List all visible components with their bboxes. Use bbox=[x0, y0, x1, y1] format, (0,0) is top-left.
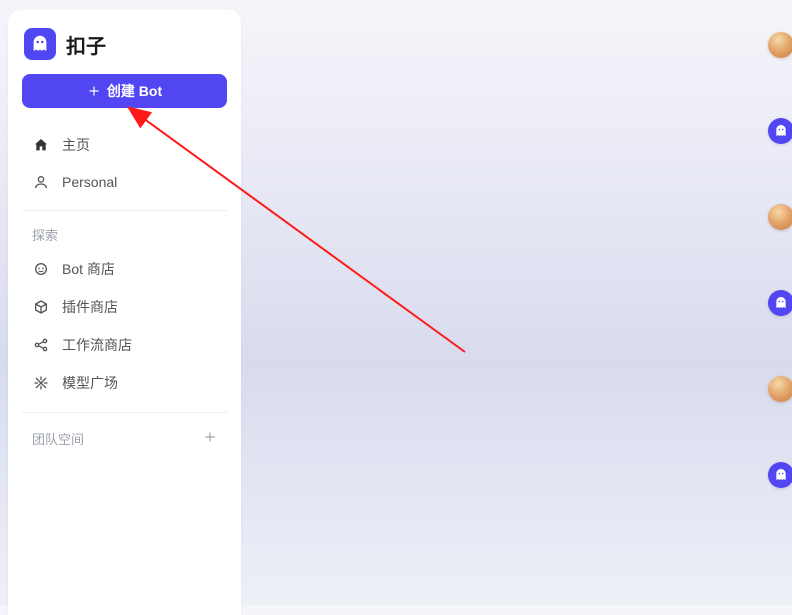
share-icon bbox=[32, 336, 50, 354]
crossed-tools-icon bbox=[32, 374, 50, 392]
brand-row: 扣子 bbox=[22, 24, 227, 74]
brand-logo bbox=[24, 28, 56, 60]
sidebar-item-home[interactable]: 主页 bbox=[22, 126, 227, 164]
sidebar-item-label: 插件商店 bbox=[62, 297, 118, 317]
create-bot-button[interactable]: 创建 Bot bbox=[22, 74, 227, 108]
avatar[interactable] bbox=[768, 290, 792, 316]
avatar[interactable] bbox=[768, 32, 792, 58]
divider bbox=[22, 412, 227, 413]
create-bot-label: 创建 Bot bbox=[107, 81, 162, 101]
ghost-icon bbox=[29, 33, 51, 55]
home-icon bbox=[32, 136, 50, 154]
sidebar-item-label: 工作流商店 bbox=[62, 335, 132, 355]
sidebar-item-model-plaza[interactable]: 模型广场 bbox=[22, 364, 227, 402]
brand-title: 扣子 bbox=[66, 30, 106, 59]
team-space-label: 团队空间 bbox=[32, 429, 84, 448]
sidebar: 扣子 创建 Bot 主页 Personal 探索 bbox=[8, 10, 241, 615]
add-team-button[interactable] bbox=[203, 430, 217, 448]
sidebar-item-label: 模型广场 bbox=[62, 373, 118, 393]
sidebar-item-label: Personal bbox=[62, 174, 117, 190]
user-icon bbox=[32, 173, 50, 191]
explore-header: 探索 bbox=[22, 221, 227, 250]
divider bbox=[22, 210, 227, 211]
sidebar-item-plugin-store[interactable]: 插件商店 bbox=[22, 288, 227, 326]
side-avatar-strip bbox=[760, 0, 790, 605]
ghost-icon bbox=[773, 467, 789, 483]
avatar[interactable] bbox=[768, 376, 792, 402]
main-content bbox=[241, 0, 792, 605]
avatar[interactable] bbox=[768, 462, 792, 488]
avatar[interactable] bbox=[768, 118, 792, 144]
team-space-header: 团队空间 bbox=[22, 423, 227, 454]
plus-icon bbox=[87, 84, 101, 98]
ghost-icon bbox=[773, 295, 789, 311]
sidebar-item-label: Bot 商店 bbox=[62, 259, 115, 279]
bot-icon bbox=[32, 260, 50, 278]
sidebar-item-personal[interactable]: Personal bbox=[22, 164, 227, 200]
sidebar-item-workflow-store[interactable]: 工作流商店 bbox=[22, 326, 227, 364]
ghost-icon bbox=[773, 123, 789, 139]
cube-icon bbox=[32, 298, 50, 316]
avatar[interactable] bbox=[768, 204, 792, 230]
sidebar-item-label: 主页 bbox=[62, 135, 90, 155]
nav-explore: Bot 商店 插件商店 工作流商店 模型广场 bbox=[22, 250, 227, 402]
nav-primary: 主页 Personal bbox=[22, 126, 227, 200]
sidebar-item-bot-store[interactable]: Bot 商店 bbox=[22, 250, 227, 288]
